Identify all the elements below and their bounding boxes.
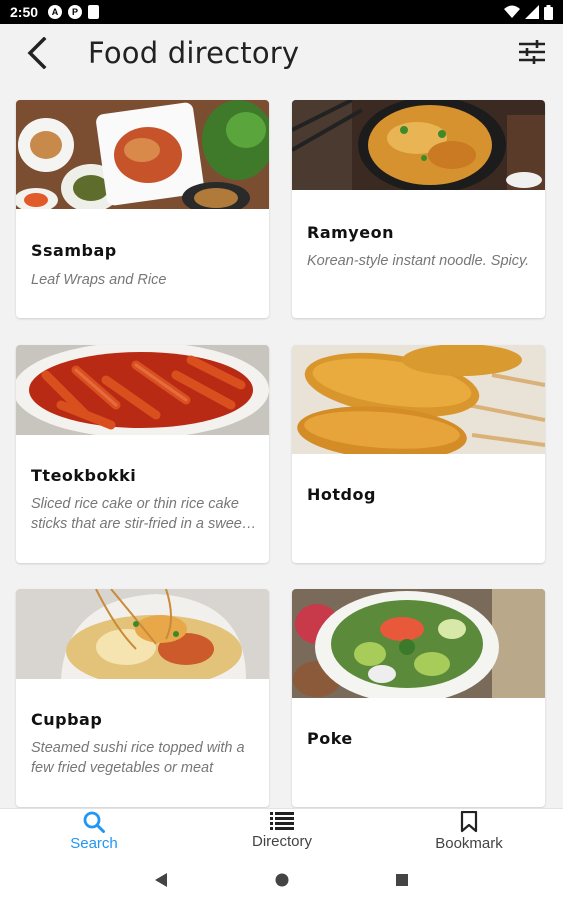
status-left: 2:50 A P bbox=[10, 4, 100, 20]
food-description: Leaf Wraps and Rice bbox=[31, 272, 167, 288]
food-card-ssambap[interactable]: Ssambap Leaf Wraps and Rice bbox=[16, 100, 269, 318]
a-icon: A bbox=[48, 5, 63, 19]
nav-search-label: Search bbox=[70, 835, 118, 852]
system-back-button[interactable] bbox=[149, 869, 173, 891]
food-card-tteokbokki[interactable]: Tteokbokki Sliced rice cake or thin rice… bbox=[16, 345, 269, 563]
bottom-nav: Search Directory Bookmark bbox=[0, 808, 563, 860]
status-time: 2:50 bbox=[10, 4, 39, 20]
bookmark-icon bbox=[460, 811, 478, 833]
nav-bookmark-label: Bookmark bbox=[435, 835, 503, 852]
nav-search[interactable]: Search bbox=[34, 811, 154, 859]
food-image-tteokbokki bbox=[16, 345, 269, 435]
nav-directory-label: Directory bbox=[251, 833, 312, 850]
food-card-hotdog[interactable]: Hotdog bbox=[292, 345, 545, 563]
page-title: Food directory bbox=[88, 36, 300, 70]
nav-bookmark[interactable]: Bookmark bbox=[409, 811, 529, 859]
battery-icon bbox=[544, 4, 553, 20]
food-image-ssambap bbox=[16, 100, 269, 209]
system-recents-button[interactable] bbox=[390, 869, 414, 891]
food-name: Cupbap bbox=[31, 710, 103, 729]
food-card-cupbap[interactable]: Cupbap Steamed sushi rice topped with a … bbox=[16, 589, 269, 807]
nav-directory[interactable]: Directory bbox=[222, 811, 342, 859]
food-name: Ssambap bbox=[31, 241, 117, 260]
arrow-back-icon bbox=[27, 37, 47, 69]
food-name: Hotdog bbox=[307, 485, 376, 504]
food-image-poke bbox=[292, 589, 545, 698]
filter-sliders-icon bbox=[519, 40, 545, 64]
app-bar: Food directory bbox=[0, 24, 563, 82]
food-image-ramyeon bbox=[292, 100, 545, 190]
p-icon: P bbox=[68, 5, 83, 19]
food-name: Tteokbokki bbox=[31, 466, 137, 485]
food-image-hotdog bbox=[292, 345, 545, 454]
search-icon bbox=[83, 811, 105, 833]
list-icon bbox=[270, 812, 294, 830]
status-bar: 2:50 A P bbox=[0, 0, 563, 24]
wifi-icon bbox=[504, 5, 520, 18]
food-image-cupbap bbox=[16, 589, 269, 679]
food-description: Sliced rice cake or thin rice cake stick… bbox=[31, 496, 246, 532]
signal-icon bbox=[525, 5, 539, 19]
food-card-poke[interactable]: Poke bbox=[292, 589, 545, 807]
square-recents-icon bbox=[396, 874, 408, 886]
system-nav-bar bbox=[0, 860, 563, 900]
circle-home-icon bbox=[275, 873, 289, 887]
filter-button[interactable] bbox=[515, 36, 549, 68]
food-name: Ramyeon bbox=[307, 223, 394, 242]
food-description: Korean-style instant noodle. Spicy. bbox=[307, 253, 530, 269]
system-home-button[interactable] bbox=[270, 869, 294, 891]
food-name: Poke bbox=[307, 729, 353, 748]
triangle-back-icon bbox=[155, 873, 167, 887]
food-description: Steamed sushi rice topped with a few fri… bbox=[31, 740, 245, 776]
back-button[interactable] bbox=[22, 36, 52, 70]
sim-icon bbox=[88, 5, 100, 19]
status-right bbox=[504, 4, 553, 20]
food-card-ramyeon[interactable]: Ramyeon Korean-style instant noodle. Spi… bbox=[292, 100, 545, 318]
